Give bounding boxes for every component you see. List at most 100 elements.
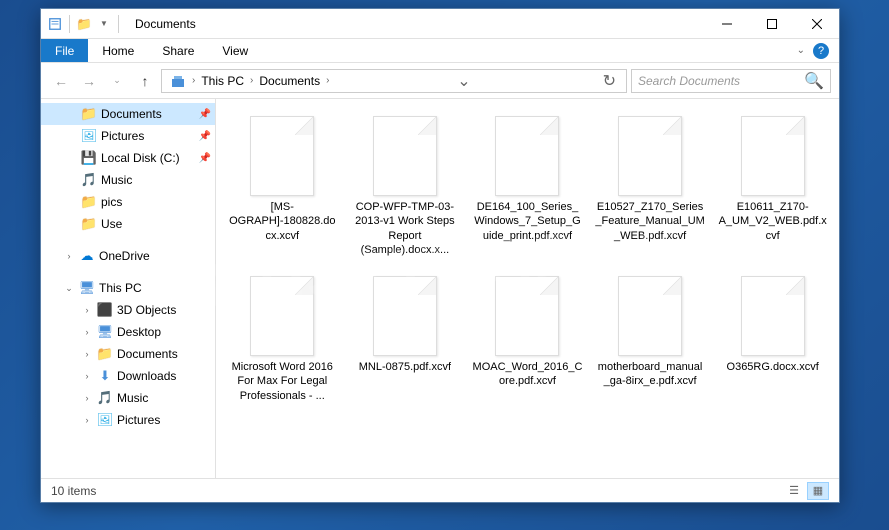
tree-collapsed-icon[interactable]: › [81,371,93,381]
tree-expanded-icon[interactable]: ⌄ [63,283,75,294]
ribbon-expand-icon[interactable]: ⌄ [797,45,805,56]
file-item[interactable]: Microsoft Word 2016 For Max For Legal Pr… [222,269,343,410]
search-box[interactable]: 🔍 [631,69,831,93]
file-item[interactable]: [MS-OGRAPH]-180828.docx.xcvf [222,109,343,263]
file-name: motherboard_manual_ga-8irx_e.pdf.xcvf [595,360,705,389]
file-item[interactable]: MOAC_Word_2016_Core.pdf.xcvf [467,269,588,410]
pictures-icon: 🖼 [97,412,113,428]
breadcrumb-item[interactable]: Documents [255,74,324,88]
nav-item[interactable]: ›📁Documents [41,343,215,365]
nav-item[interactable]: ›🖼Pictures [41,409,215,431]
forward-button[interactable]: → [77,69,101,93]
file-item[interactable]: O365RG.docx.xcvf [712,269,833,410]
tree-collapsed-icon[interactable]: › [81,349,93,359]
tree-collapsed-icon[interactable]: › [81,393,93,403]
desktop-icon: 🖥 [97,324,113,340]
file-list[interactable]: [MS-OGRAPH]-180828.docx.xcvfCOP-WFP-TMP-… [216,99,839,478]
file-item[interactable]: E10611_Z170-A_UM_V2_WEB.pdf.xcvf [712,109,833,263]
folder-icon: 📁 [81,194,97,210]
nav-label: Downloads [117,369,176,383]
new-folder-icon[interactable]: 📁 [76,16,92,32]
nav-item[interactable]: 💾Local Disk (C:)📌 [41,147,215,169]
tree-collapsed-icon[interactable]: › [63,251,75,261]
file-thumbnail-icon [741,116,805,196]
file-thumbnail-icon [495,276,559,356]
quick-access-toolbar: 📁 ▼ [41,15,127,33]
nav-label: Pictures [101,129,144,143]
disk-icon: 💾 [81,150,97,166]
help-icon[interactable]: ? [813,43,829,59]
up-button[interactable]: ↑ [133,69,157,93]
file-tab[interactable]: File [41,39,88,62]
file-item[interactable]: MNL-0875.pdf.xcvf [345,269,466,410]
file-item[interactable]: DE164_100_Series_Windows_7_Setup_Guide_p… [467,109,588,263]
search-icon[interactable]: 🔍 [804,71,824,91]
minimize-button[interactable] [704,9,749,38]
file-name: MNL-0875.pdf.xcvf [359,360,451,374]
nav-label: Local Disk (C:) [101,151,180,165]
nav-item[interactable]: 📁 pics [41,191,215,213]
nav-item[interactable]: 🖼Pictures📌 [41,125,215,147]
chevron-right-icon[interactable]: › [324,75,331,86]
nav-label: Music [101,173,132,187]
window-title: Documents [127,17,704,31]
file-name: E10527_Z170_Series_Feature_Manual_UM_WEB… [595,200,705,243]
nav-item[interactable]: ›⬇Downloads [41,365,215,387]
home-tab[interactable]: Home [88,39,148,62]
breadcrumb-dropdown-icon[interactable]: ⌄ [451,71,476,91]
file-thumbnail-icon [250,116,314,196]
pc-icon: 🖥 [79,280,95,296]
nav-item[interactable]: 🎵 Music [41,169,215,191]
qat-dropdown-icon[interactable]: ▼ [96,16,112,32]
chevron-right-icon[interactable]: › [190,75,197,86]
properties-icon[interactable] [47,16,63,32]
pin-icon: 📌 [199,109,211,120]
icons-view-button[interactable]: ▦ [807,482,829,500]
maximize-button[interactable] [749,9,794,38]
file-item[interactable]: motherboard_manual_ga-8irx_e.pdf.xcvf [590,269,711,410]
nav-label: 3D Objects [117,303,176,317]
file-thumbnail-icon [741,276,805,356]
file-thumbnail-icon [618,276,682,356]
explorer-window: 📁 ▼ Documents File Home Share View ⌄ ? ←… [40,8,840,503]
folder-icon: 📁 [81,106,97,122]
onedrive-icon: ☁ [79,248,95,264]
nav-onedrive[interactable]: › ☁ OneDrive [41,245,215,267]
file-name: MOAC_Word_2016_Core.pdf.xcvf [472,360,582,389]
tree-collapsed-icon[interactable]: › [81,305,93,315]
file-item[interactable]: E10527_Z170_Series_Feature_Manual_UM_WEB… [590,109,711,263]
recent-dropdown[interactable]: ⌄ [105,69,129,93]
nav-item[interactable]: 📁Documents📌 [41,103,215,125]
tree-collapsed-icon[interactable]: › [81,327,93,337]
breadcrumb[interactable]: › This PC › Documents › ⌄ ↻ [161,69,627,93]
details-view-button[interactable]: ☰ [783,482,805,500]
nav-thispc[interactable]: ⌄ 🖥 This PC [41,277,215,299]
navigation-pane: 📁Documents📌🖼Pictures📌 💾 Local Disk (C:) 📌 🎵 M… [41,99,216,478]
nav-item[interactable]: ›🖥Desktop [41,321,215,343]
file-name: E10611_Z170-A_UM_V2_WEB.pdf.xcvf [718,200,828,243]
location-icon [170,73,186,89]
chevron-right-icon[interactable]: › [248,75,255,86]
nav-item[interactable]: ›🎵Music [41,387,215,409]
file-item[interactable]: COP-WFP-TMP-03-2013-v1 Work Steps Report… [345,109,466,263]
file-thumbnail-icon [373,276,437,356]
nav-item[interactable]: 📁Use [41,213,215,235]
search-input[interactable] [638,74,804,88]
nav-label: OneDrive [99,249,150,263]
refresh-icon[interactable]: ↻ [597,71,622,91]
nav-label: pics [101,195,122,209]
ribbon: File Home Share View ⌄ ? [41,39,839,63]
share-tab[interactable]: Share [148,39,208,62]
file-name: O365RG.docx.xcvf [727,360,819,374]
file-name: [MS-OGRAPH]-180828.docx.xcvf [227,200,337,243]
tree-collapsed-icon[interactable]: › [81,415,93,425]
titlebar: 📁 ▼ Documents [41,9,839,39]
file-thumbnail-icon [373,116,437,196]
back-button[interactable]: ← [49,69,73,93]
view-tab[interactable]: View [208,39,262,62]
file-name: Microsoft Word 2016 For Max For Legal Pr… [227,360,337,403]
close-button[interactable] [794,9,839,38]
nav-item[interactable]: ›⬛3D Objects [41,299,215,321]
music-icon: 🎵 [81,172,97,188]
breadcrumb-item[interactable]: This PC [197,74,248,88]
